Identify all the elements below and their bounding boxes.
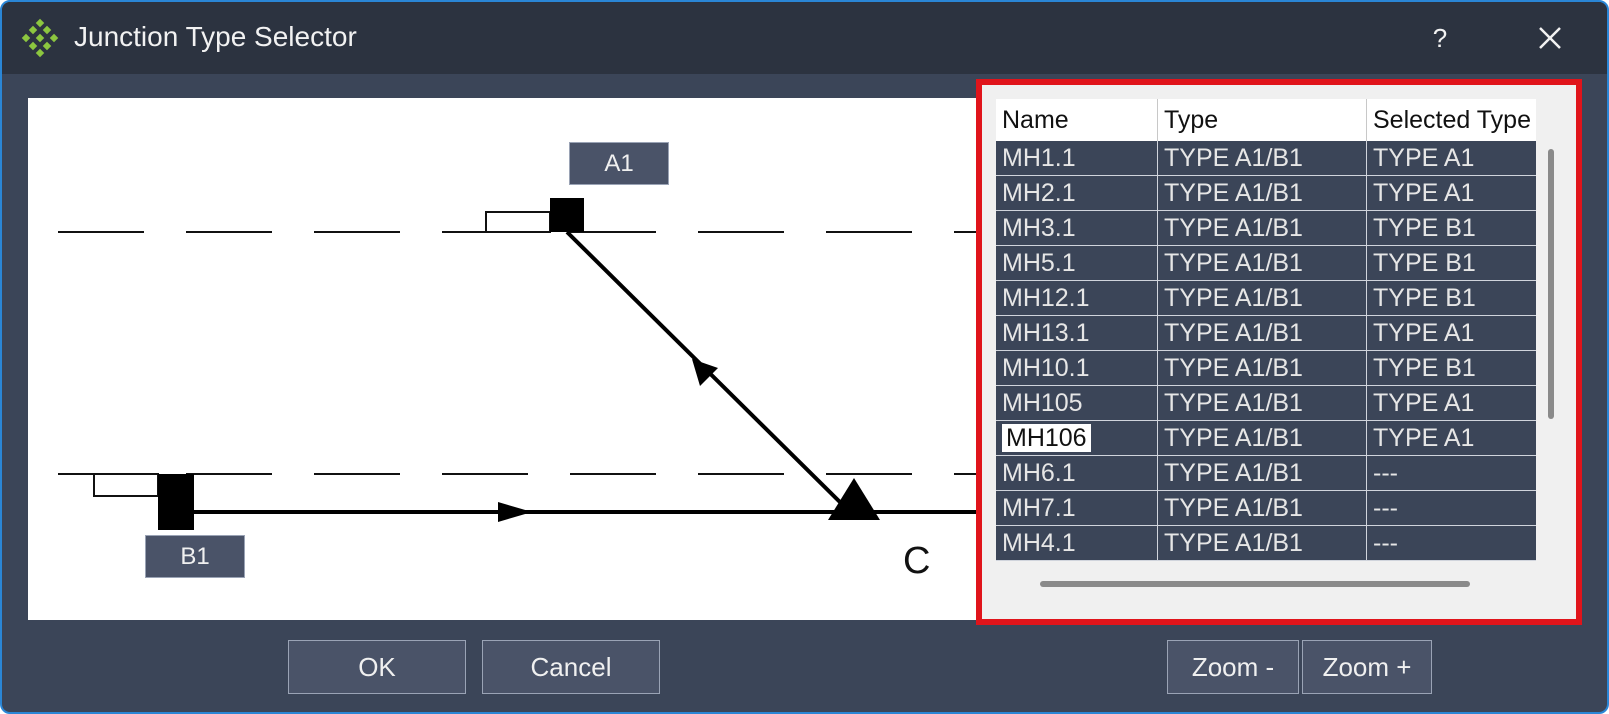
- cell-selected-type[interactable]: TYPE B1: [1367, 211, 1536, 245]
- cell-name: MH12.1: [996, 281, 1158, 315]
- column-header-selected-type[interactable]: Selected Type: [1367, 99, 1536, 141]
- node-b1-outline: [93, 473, 159, 497]
- node-a1-block: [550, 198, 584, 232]
- cell-type: TYPE A1/B1: [1158, 246, 1367, 280]
- flow-arrow-b1: [498, 502, 532, 522]
- cell-selected-type[interactable]: TYPE A1: [1367, 316, 1536, 350]
- horizontal-scrollbar[interactable]: [1040, 581, 1470, 587]
- selected-name-text: MH106: [1002, 424, 1091, 452]
- zoom-out-button[interactable]: Zoom -: [1167, 640, 1299, 694]
- cell-type: TYPE A1/B1: [1158, 421, 1367, 455]
- node-a1-outline: [485, 211, 551, 233]
- column-header-name[interactable]: Name: [996, 99, 1158, 141]
- cell-name: MH6.1: [996, 456, 1158, 490]
- table-row[interactable]: MH12.1 TYPE A1/B1 TYPE B1: [996, 281, 1536, 316]
- node-b1-block: [158, 474, 194, 530]
- cell-name: MH4.1: [996, 526, 1158, 560]
- cell-selected-type[interactable]: TYPE A1: [1367, 386, 1536, 420]
- cell-selected-type[interactable]: TYPE A1: [1367, 421, 1536, 455]
- flow-arrow-a1: [692, 359, 718, 386]
- cell-selected-type[interactable]: ---: [1367, 526, 1536, 560]
- table-row[interactable]: MH4.1 TYPE A1/B1 ---: [996, 526, 1536, 561]
- junction-table-highlight: Name Type Selected Type MH1.1 TYPE A1/B1 T…: [976, 79, 1582, 625]
- cell-name: MH5.1: [996, 246, 1158, 280]
- ok-button[interactable]: OK: [288, 640, 466, 694]
- table-row[interactable]: MH5.1 TYPE A1/B1 TYPE B1: [996, 246, 1536, 281]
- cell-type: TYPE A1/B1: [1158, 316, 1367, 350]
- cell-name: MH106: [996, 421, 1158, 455]
- title-bar: Junction Type Selector ?: [2, 2, 1607, 74]
- cell-name: MH2.1: [996, 176, 1158, 210]
- cell-type: TYPE A1/B1: [1158, 456, 1367, 490]
- column-header-type[interactable]: Type: [1158, 99, 1367, 141]
- cell-name: MH3.1: [996, 211, 1158, 245]
- table-row[interactable]: MH7.1 TYPE A1/B1 ---: [996, 491, 1536, 526]
- junction-type-selector-window: Junction Type Selector ? A1 B1 C Name Ty…: [0, 0, 1609, 714]
- table-row[interactable]: MH10.1 TYPE A1/B1 TYPE B1: [996, 351, 1536, 386]
- table-row[interactable]: MH13.1 TYPE A1/B1 TYPE A1: [996, 316, 1536, 351]
- cell-selected-type[interactable]: TYPE A1: [1367, 176, 1536, 210]
- node-label-a1[interactable]: A1: [569, 142, 669, 185]
- cell-name: MH10.1: [996, 351, 1158, 385]
- cell-selected-type[interactable]: ---: [1367, 456, 1536, 490]
- node-label-b1[interactable]: B1: [145, 535, 245, 578]
- table-row[interactable]: MH3.1 TYPE A1/B1 TYPE B1: [996, 211, 1536, 246]
- cell-type: TYPE A1/B1: [1158, 351, 1367, 385]
- cell-selected-type[interactable]: TYPE A1: [1367, 141, 1536, 175]
- cell-type: TYPE A1/B1: [1158, 176, 1367, 210]
- cell-type: TYPE A1/B1: [1158, 491, 1367, 525]
- vertical-scrollbar[interactable]: [1548, 149, 1554, 419]
- table-header: Name Type Selected Type: [996, 99, 1536, 141]
- help-button[interactable]: ?: [1420, 20, 1460, 56]
- cell-type: TYPE A1/B1: [1158, 386, 1367, 420]
- cell-type: TYPE A1/B1: [1158, 526, 1367, 560]
- table-row[interactable]: MH6.1 TYPE A1/B1 ---: [996, 456, 1536, 491]
- cell-type: TYPE A1/B1: [1158, 211, 1367, 245]
- table-body: MH1.1 TYPE A1/B1 TYPE A1 MH2.1 TYPE A1/B1 TY…: [996, 141, 1536, 561]
- cell-type: TYPE A1/B1: [1158, 281, 1367, 315]
- table-row[interactable]: MH105 TYPE A1/B1 TYPE A1: [996, 386, 1536, 421]
- cell-name: MH105: [996, 386, 1158, 420]
- table-row-selected[interactable]: MH106 TYPE A1/B1 TYPE A1: [996, 421, 1536, 456]
- node-label-c: C: [903, 540, 931, 582]
- cancel-button[interactable]: Cancel: [482, 640, 660, 694]
- junction-table[interactable]: Name Type Selected Type MH1.1 TYPE A1/B1 T…: [996, 99, 1536, 567]
- zoom-in-button[interactable]: Zoom +: [1302, 640, 1432, 694]
- cell-selected-type[interactable]: TYPE B1: [1367, 351, 1536, 385]
- cell-name: MH7.1: [996, 491, 1158, 525]
- junction-diagram-canvas[interactable]: A1 B1 C: [28, 98, 980, 620]
- cell-selected-type[interactable]: ---: [1367, 491, 1536, 525]
- cell-selected-type[interactable]: TYPE B1: [1367, 281, 1536, 315]
- close-icon[interactable]: [1530, 18, 1570, 58]
- app-logo-icon: [21, 18, 59, 58]
- cell-selected-type[interactable]: TYPE B1: [1367, 246, 1536, 280]
- window-title: Junction Type Selector: [74, 21, 357, 52]
- table-row[interactable]: MH1.1 TYPE A1/B1 TYPE A1: [996, 141, 1536, 176]
- cell-name: MH13.1: [996, 316, 1158, 350]
- cell-type: TYPE A1/B1: [1158, 141, 1367, 175]
- cell-name: MH1.1: [996, 141, 1158, 175]
- table-row[interactable]: MH2.1 TYPE A1/B1 TYPE A1: [996, 176, 1536, 211]
